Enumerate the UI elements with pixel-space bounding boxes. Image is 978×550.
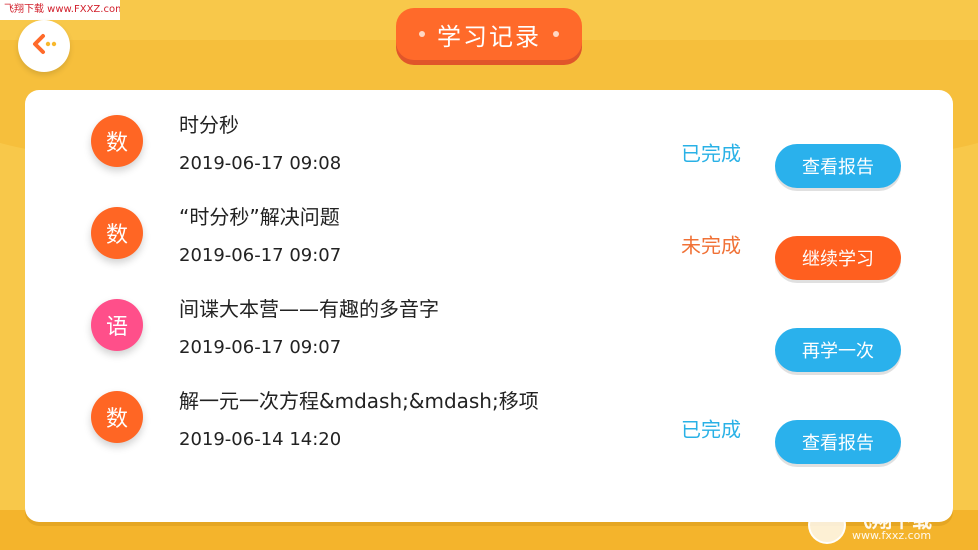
lesson-title: 间谍大本营——有趣的多音字 (179, 297, 439, 321)
title-dot-left (419, 31, 425, 37)
brand-url: www.fxxz.com (852, 528, 932, 542)
subject-avatar: 数 (91, 115, 143, 167)
site-watermark: 飞翔下载 www.FXXZ.com (0, 0, 120, 20)
page-title-banner: 学习记录 (396, 8, 582, 60)
lesson-time: 2019-06-14 14:20 (179, 429, 342, 450)
lesson-title: “时分秒”解决问题 (179, 205, 340, 229)
back-arrow-icon (29, 32, 59, 60)
back-button[interactable] (18, 20, 70, 72)
lesson-time: 2019-06-17 09:07 (179, 337, 342, 358)
lesson-time: 2019-06-17 09:08 (179, 153, 342, 174)
brand-name: 飞翔下载 (852, 507, 932, 532)
subject-avatar: 语 (91, 299, 143, 351)
title-dot-right (553, 31, 559, 37)
page-title: 学习记录 (437, 22, 541, 51)
record-row: 数 解一元一次方程&mdash;&mdash;移项 2019-06-14 14:… (25, 366, 953, 464)
subject-avatar: 数 (91, 391, 143, 443)
lesson-title: 时分秒 (179, 113, 239, 137)
record-row: 语 间谍大本营——有趣的多音字 2019-06-17 09:07 再学一次 (25, 274, 953, 372)
status-label: 未完成 (681, 233, 741, 258)
record-row: 数 时分秒 2019-06-17 09:08 已完成 查看报告 (25, 90, 953, 188)
lesson-title: 解一元一次方程&mdash;&mdash;移项 (179, 389, 539, 413)
records-card: 数 时分秒 2019-06-17 09:08 已完成 查看报告 数 “时分秒”解… (25, 90, 953, 522)
record-row: 数 “时分秒”解决问题 2019-06-17 09:07 未完成 继续学习 (25, 182, 953, 280)
subject-avatar: 数 (91, 207, 143, 259)
status-label: 已完成 (681, 141, 741, 166)
brand-logo-icon (808, 506, 846, 544)
view-report-button[interactable]: 查看报告 (775, 420, 901, 464)
lesson-time: 2019-06-17 09:07 (179, 245, 342, 266)
brand-watermark: 飞翔下载 www.fxxz.com (808, 506, 968, 544)
status-label: 已完成 (681, 417, 741, 442)
